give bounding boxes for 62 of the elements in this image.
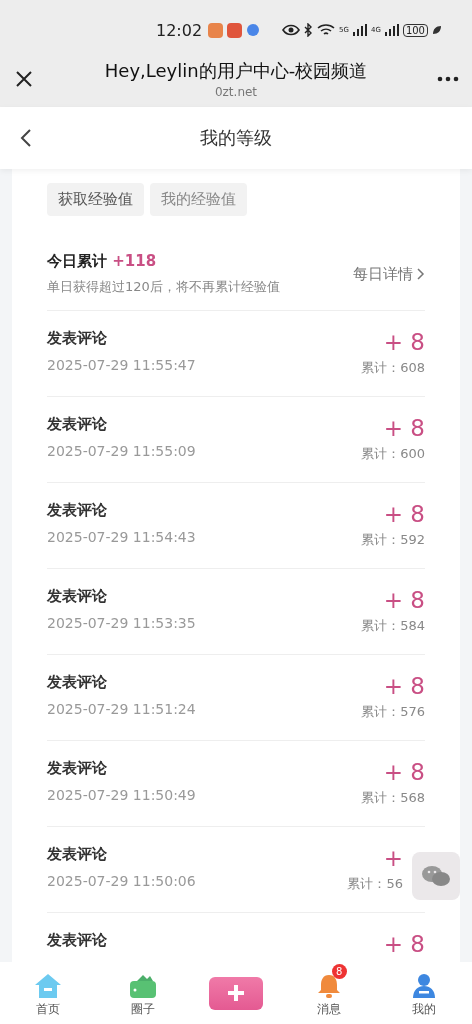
points-amount: + 8 xyxy=(383,329,425,355)
signal-icon xyxy=(384,24,399,36)
points-amount: + 8 xyxy=(383,587,425,613)
points-amount: + xyxy=(383,845,403,871)
record-title: 发表评论 xyxy=(47,415,108,434)
app-icon xyxy=(208,22,224,38)
record-time: 2025-07-29 11:50:49 xyxy=(47,787,197,803)
record-title: 发表评论 xyxy=(47,587,108,606)
plus-icon xyxy=(226,983,246,1003)
chevron-left-icon xyxy=(19,128,33,148)
chevron-right-icon xyxy=(417,268,425,280)
points-amount: + 8 xyxy=(383,501,425,527)
domain-label: 0zt.net xyxy=(214,84,258,99)
app-icon xyxy=(227,22,243,38)
today-total: 今日累计 +118 xyxy=(47,252,158,271)
running-total: 累计：584 xyxy=(361,617,425,635)
more-icon xyxy=(437,75,459,82)
record-time: 2025-07-29 11:55:47 xyxy=(47,357,197,373)
record-title: 发表评论 xyxy=(47,501,108,520)
nav-item[interactable]: 圈子 xyxy=(113,971,174,1019)
screen-title: 我的等级 xyxy=(199,126,273,150)
daily-details-link[interactable]: 每日详情 xyxy=(353,264,425,284)
tab[interactable]: 获取经验值 xyxy=(47,183,144,216)
record-time: 2025-07-29 11:53:35 xyxy=(47,615,197,631)
points-amount: + 8 xyxy=(383,759,425,785)
battery-level: 100 xyxy=(402,23,428,37)
chat-bubbles-icon xyxy=(421,864,451,888)
wechat-button[interactable] xyxy=(412,852,460,900)
bluetooth-icon xyxy=(304,23,314,37)
record-title: 发表评论 xyxy=(47,931,108,950)
status-time: 12:02 xyxy=(156,20,203,40)
nav-item[interactable]: 我的 xyxy=(394,971,455,1019)
add-button[interactable] xyxy=(209,976,263,1010)
record-time: 2025-07-29 11:50:06 xyxy=(47,873,197,889)
record-title: 发表评论 xyxy=(47,845,108,864)
running-total: 累计：592 xyxy=(361,531,425,549)
leaf-icon xyxy=(432,25,442,35)
points-amount: + 8 xyxy=(383,931,425,957)
wifi-icon xyxy=(317,23,336,37)
points-amount: + 8 xyxy=(383,415,425,441)
record-title: 发表评论 xyxy=(47,759,108,778)
signal-icon xyxy=(353,24,367,36)
wallet-icon xyxy=(129,972,158,999)
page-title: Hey,Leylin的用户中心-校园频道 xyxy=(104,58,368,83)
running-total: 累计：56 xyxy=(347,875,403,893)
running-total: 累计：576 xyxy=(361,703,425,721)
record-title: 发表评论 xyxy=(47,673,108,692)
limit-note: 单日获得超过120后，将不再累计经验值 xyxy=(47,278,281,296)
house-icon xyxy=(33,972,62,999)
record-title: 发表评论 xyxy=(47,329,108,348)
nav-item[interactable]: 首页 xyxy=(17,971,78,1019)
close-icon xyxy=(14,68,34,89)
running-total: 累计：608 xyxy=(361,359,425,377)
running-total: 累计：568 xyxy=(361,789,425,807)
points-amount: + 8 xyxy=(383,673,425,699)
record-time: 2025-07-29 11:51:24 xyxy=(47,701,197,717)
notification-badge: 8 xyxy=(331,963,347,979)
record-time: 2025-07-29 11:55:09 xyxy=(47,443,197,459)
app-icon xyxy=(246,23,261,37)
eye-icon xyxy=(282,24,301,36)
running-total: 累计：600 xyxy=(361,445,425,463)
record-time: 2025-07-29 11:54:43 xyxy=(47,529,197,545)
